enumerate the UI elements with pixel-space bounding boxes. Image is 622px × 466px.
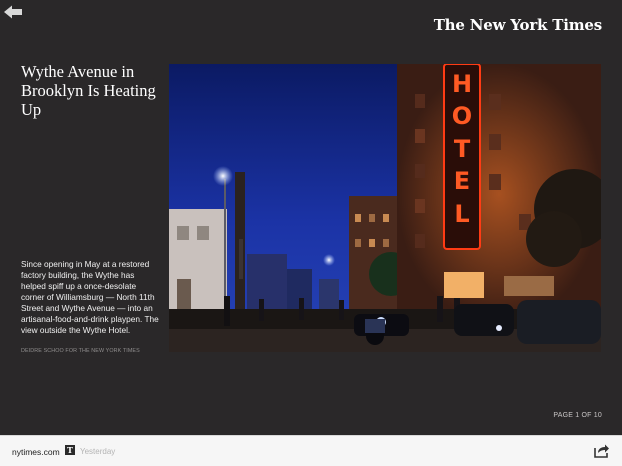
nyt-badge-icon: T bbox=[65, 445, 75, 455]
photo-credit: DEIDRE SCHOO FOR THE NEW YORK TIMES bbox=[21, 348, 140, 354]
hotel-neon-sign: H O T E L bbox=[452, 70, 472, 228]
photo-caption: Since opening in May at a restored facto… bbox=[21, 259, 159, 335]
back-arrow-icon[interactable] bbox=[3, 4, 23, 20]
neon-letter: E bbox=[454, 167, 470, 195]
bottom-bar: nytimes.com T Yesterday bbox=[0, 435, 622, 466]
share-icon[interactable] bbox=[594, 443, 610, 458]
nyt-logo[interactable]: The New York Times bbox=[434, 16, 602, 34]
page-indicator: PAGE 1 OF 10 bbox=[553, 412, 602, 419]
site-name[interactable]: nytimes.com bbox=[12, 447, 60, 457]
article-headline: Wythe Avenue in Brooklyn Is Heating Up bbox=[21, 62, 156, 119]
neon-letter: T bbox=[454, 135, 471, 163]
neon-letter: O bbox=[452, 102, 472, 130]
timestamp: Yesterday bbox=[80, 447, 116, 456]
neon-letter: L bbox=[454, 200, 469, 228]
neon-letter: H bbox=[452, 70, 472, 98]
article-photo[interactable]: H O T E L bbox=[169, 64, 601, 352]
top-bar: The New York Times bbox=[0, 0, 622, 40]
